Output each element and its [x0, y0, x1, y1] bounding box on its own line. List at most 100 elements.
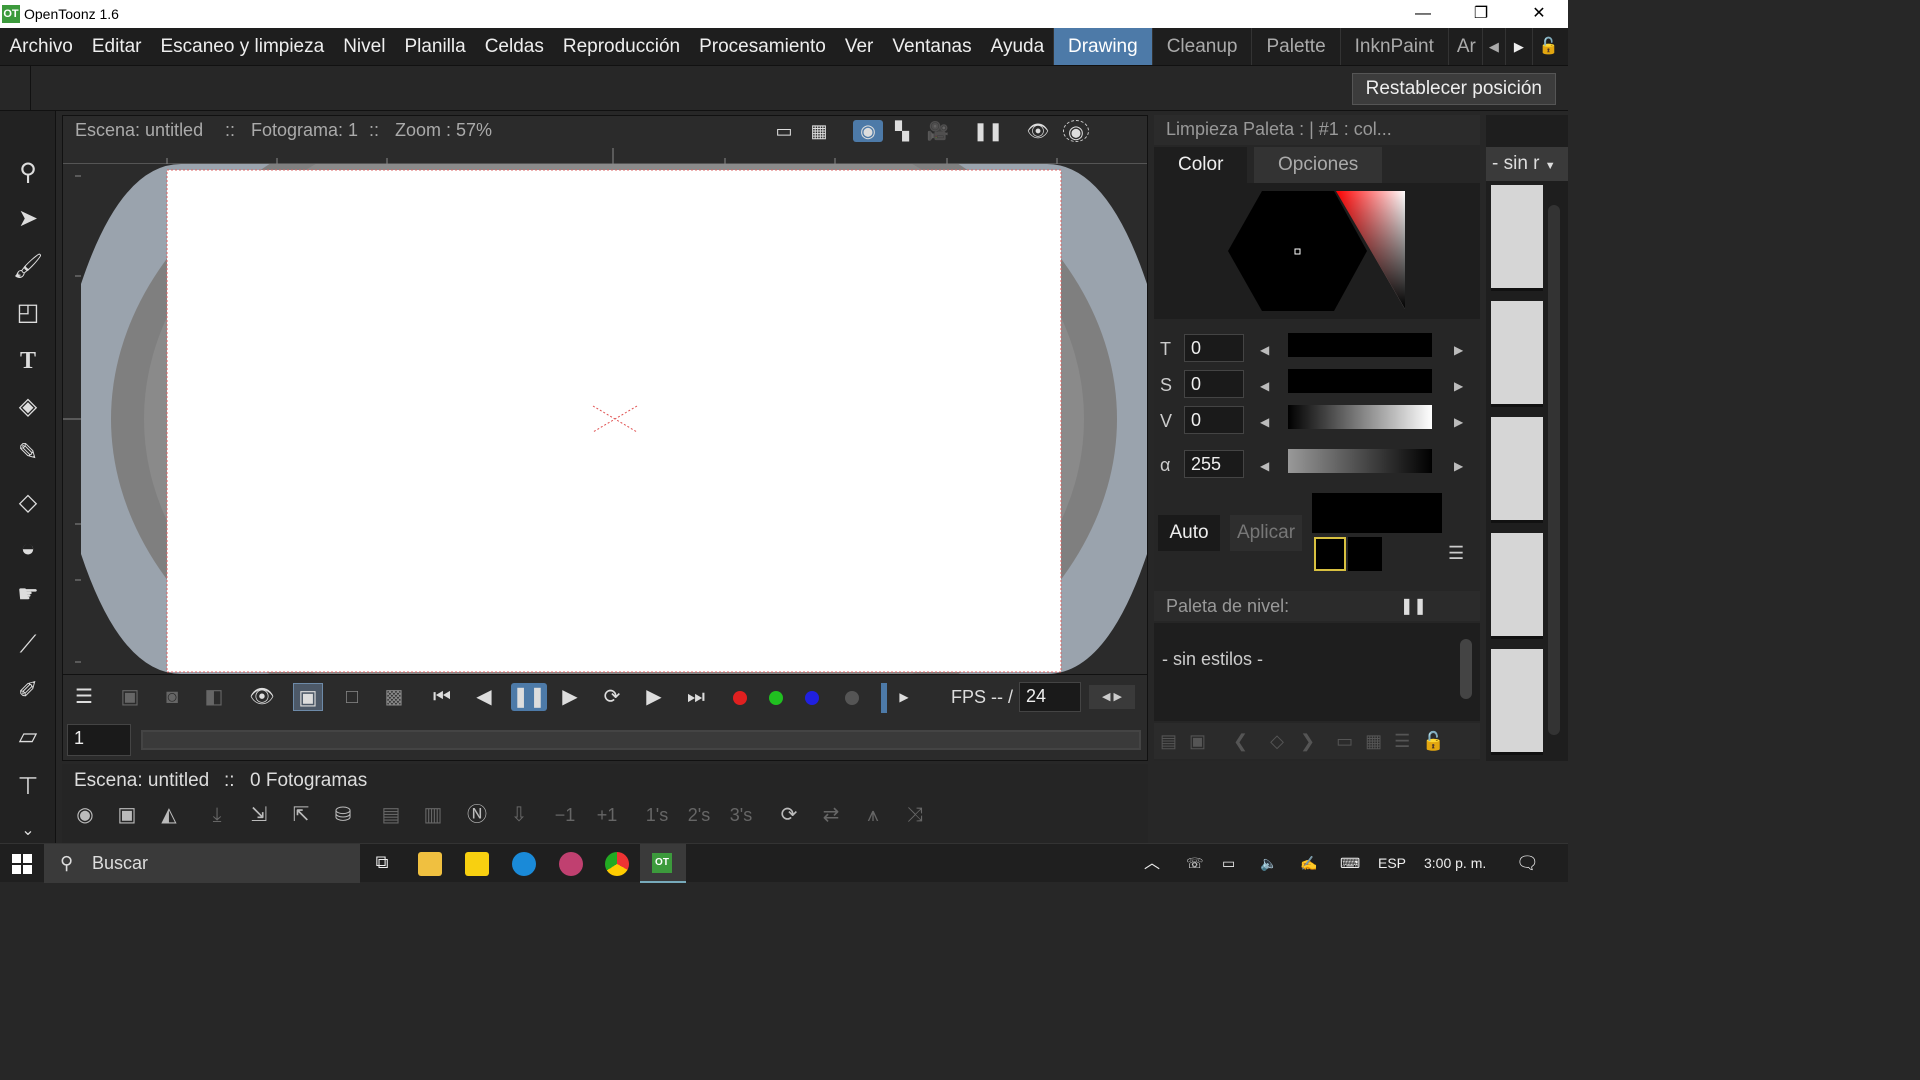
room-tab-palette[interactable]: Palette	[1251, 28, 1339, 65]
opentoonz-taskbar-button[interactable]: OT	[640, 844, 686, 883]
task-view-icon[interactable]: ⧉	[370, 852, 394, 876]
saturation-dec-icon[interactable]: ◀	[1260, 379, 1269, 393]
lock-palette-icon[interactable]: 🔓	[1416, 731, 1450, 751]
type-tool-icon[interactable]: T	[8, 341, 48, 381]
shuffle-icon[interactable]: ⤨	[900, 800, 930, 830]
file-explorer-icon[interactable]	[418, 852, 442, 876]
step-3-icon[interactable]: 3's	[726, 800, 756, 830]
red-channel-icon[interactable]	[733, 691, 747, 705]
new-vector-level-icon[interactable]: ◭	[154, 800, 184, 830]
pen-icon[interactable]: ✍	[1300, 844, 1317, 883]
first-frame-icon[interactable]: ⏮	[427, 683, 457, 711]
language-indicator[interactable]: ESP	[1378, 844, 1406, 883]
freeze-palette-icon[interactable]: ❚❚	[1400, 596, 1427, 616]
hue-field[interactable]: 0	[1184, 334, 1244, 362]
tab-color[interactable]: Color	[1154, 147, 1248, 183]
close-button[interactable]: ✕	[1510, 0, 1568, 28]
menu-planilla[interactable]: Planilla	[395, 28, 475, 65]
prev-frame-icon[interactable]: ◀	[469, 683, 499, 711]
clone-icon[interactable]: ▥	[418, 800, 448, 830]
tape-tool-icon[interactable]: ◒	[8, 529, 48, 569]
field-guide-icon[interactable]: ▦	[806, 120, 832, 142]
step-1-icon[interactable]: 1's	[642, 800, 672, 830]
color-wheel-area[interactable]	[1154, 183, 1480, 319]
apply-button[interactable]: Aplicar	[1230, 515, 1302, 551]
next-frame-icon[interactable]: ▶	[639, 683, 669, 711]
room-tab-drawing[interactable]: Drawing	[1053, 28, 1152, 65]
fps-stepper[interactable]: ◀ ▶	[1089, 685, 1135, 709]
frame-slider[interactable]	[141, 730, 1141, 750]
checker-bg-icon[interactable]: ▩	[379, 683, 409, 711]
room-tab-more[interactable]: Ar	[1447, 28, 1482, 65]
paint-app-icon[interactable]	[559, 852, 583, 876]
eraser-tool-icon[interactable]: ◇	[8, 483, 48, 523]
alpha-slider[interactable]	[1288, 449, 1432, 473]
chrome-icon[interactable]	[605, 852, 629, 876]
alpha-inc-icon[interactable]: ▶	[1454, 459, 1463, 473]
drawing-canvas[interactable]	[81, 164, 1147, 674]
saturation-slider[interactable]	[1288, 369, 1432, 393]
strip-cell[interactable]	[1491, 417, 1543, 523]
windows-start-icon[interactable]	[12, 854, 32, 874]
timer-icon[interactable]: Ⓝ	[462, 800, 492, 830]
paint-brush-tool-icon[interactable]: ✎	[8, 433, 48, 473]
minimize-button[interactable]: —	[1394, 0, 1452, 28]
value-dec-icon[interactable]: ◀	[1260, 415, 1269, 429]
ruler-tool-icon[interactable]: ▱	[8, 717, 48, 757]
rooms-scroll-right-icon[interactable]: ▶	[1504, 28, 1532, 65]
options-menu-icon[interactable]: ☰	[1448, 543, 1464, 564]
strip-cell[interactable]	[1491, 533, 1543, 639]
level-strip-dropdown[interactable]: - sin r ▼	[1486, 147, 1568, 181]
new-raster-level-icon[interactable]: ▣	[112, 800, 142, 830]
preview-eye-icon[interactable]: 👁	[1025, 120, 1051, 142]
animate-tool-icon[interactable]: ⚲	[8, 153, 48, 193]
new-page-icon[interactable]: ▭	[1330, 731, 1359, 751]
slider-handle[interactable]	[881, 683, 887, 713]
menu-escaneo[interactable]: Escaneo y limpieza	[151, 28, 334, 65]
play-icon[interactable]: ▶	[555, 683, 585, 711]
geometric-tool-icon[interactable]: ◰	[8, 293, 48, 333]
new-style-icon[interactable]: ▤	[1154, 731, 1183, 751]
matte-channel-icon[interactable]	[845, 691, 859, 705]
key-icon[interactable]: ◇	[1264, 731, 1290, 751]
taskbar-search[interactable]: ⚲ Buscar	[44, 844, 360, 883]
loop-icon[interactable]: ⟳	[597, 683, 627, 711]
value-slider[interactable]	[1288, 405, 1432, 429]
camera-stand-view-icon[interactable]: ◉	[853, 120, 883, 142]
network-icon[interactable]: ▭	[1222, 844, 1235, 883]
compare-icon[interactable]: ◧	[199, 683, 229, 711]
reframe-icon[interactable]: ⤓	[202, 800, 232, 830]
menu-nivel[interactable]: Nivel	[334, 28, 395, 65]
insert-icon[interactable]: ⇩	[504, 800, 534, 830]
menu-ver[interactable]: Ver	[835, 28, 883, 65]
room-tab-inknpaint[interactable]: InknPaint	[1339, 28, 1448, 65]
horizontal-ruler[interactable]	[63, 146, 1147, 164]
menu-reproduccion[interactable]: Reproducción	[553, 28, 689, 65]
level-palette-list[interactable]: - sin estilos -	[1154, 623, 1480, 721]
fps-field[interactable]: 24	[1019, 682, 1081, 712]
keyboard-icon[interactable]: ⌨	[1340, 844, 1360, 883]
hue-slider[interactable]	[1288, 333, 1432, 357]
alpha-field[interactable]: 255	[1184, 450, 1244, 478]
alpha-dec-icon[interactable]: ◀	[1260, 459, 1269, 473]
safe-area-icon[interactable]: ▭	[771, 120, 797, 142]
preview-toggle-icon[interactable]: 👁	[247, 683, 277, 711]
vertical-ruler[interactable]	[63, 164, 81, 674]
menu-procesamiento[interactable]: Procesamiento	[690, 28, 836, 65]
notifications-icon[interactable]: 🗨	[1516, 844, 1539, 883]
control-point-editor-icon[interactable]: ⊤	[8, 767, 48, 807]
tab-options[interactable]: Opciones	[1254, 147, 1383, 183]
saturation-field[interactable]: 0	[1184, 370, 1244, 398]
strip-cell[interactable]	[1491, 301, 1543, 407]
strip-scrollbar[interactable]	[1548, 205, 1560, 735]
rotate-icon[interactable]: ⟳	[774, 800, 804, 830]
current-color-swatch[interactable]	[1348, 537, 1382, 571]
duplicate-icon[interactable]: ▤	[376, 800, 406, 830]
prev-icon[interactable]: ❮	[1217, 731, 1264, 751]
hue-dec-icon[interactable]: ◀	[1260, 343, 1269, 357]
camera-view-icon[interactable]: 🎥	[925, 120, 951, 142]
tray-app-icon[interactable]: ☏	[1186, 844, 1204, 883]
blue-channel-icon[interactable]	[805, 691, 819, 705]
menu-ayuda[interactable]: Ayuda	[981, 28, 1054, 65]
save-palette-icon[interactable]: ▣	[1183, 731, 1212, 751]
